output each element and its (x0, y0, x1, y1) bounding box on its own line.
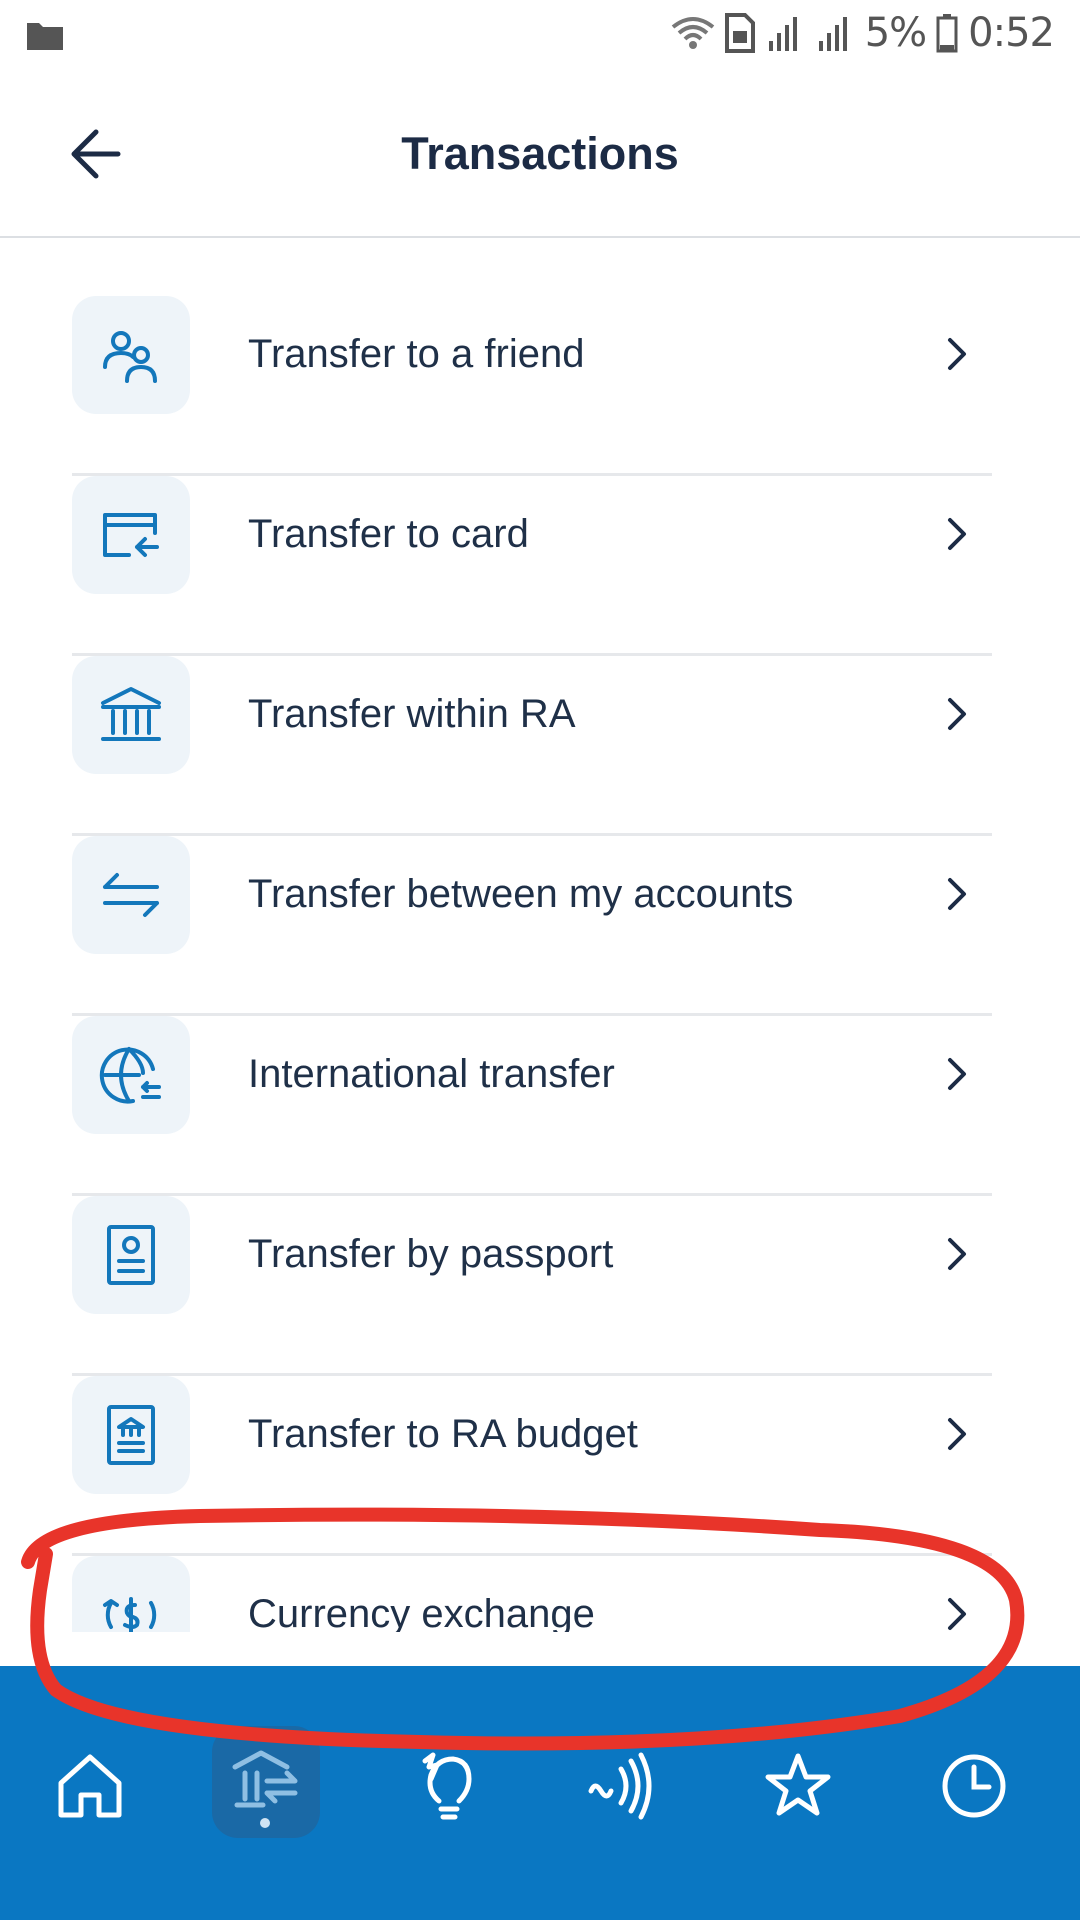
menu-item-transfer-by-passport[interactable]: Transfer by passport (72, 1196, 992, 1376)
status-bar: 5% 0:52 (0, 0, 1080, 72)
menu-item-label: Transfer to card (248, 512, 529, 556)
bank-icon (101, 687, 161, 741)
bottom-nav (0, 1666, 1080, 1920)
chevron-right-icon (948, 698, 966, 730)
screen: 5% 0:52 Transactions Transfer to a frien… (0, 0, 1080, 1920)
signal-icon (815, 13, 855, 53)
icon-tile (72, 296, 190, 414)
wifi-icon (671, 13, 715, 53)
history-icon (942, 1754, 1006, 1818)
nav-payments[interactable] (398, 1736, 498, 1836)
swap-arrows-icon (103, 873, 159, 917)
signal-icon (765, 13, 805, 53)
menu-item-label: Transfer within RA (248, 692, 576, 736)
nav-history[interactable] (924, 1736, 1024, 1836)
menu-item-transfer-to-budget[interactable]: Transfer to RA budget (72, 1376, 992, 1556)
icon-tile (72, 656, 190, 774)
chevron-right-icon (948, 1238, 966, 1270)
active-indicator-dot (260, 1818, 270, 1828)
payments-icon (422, 1752, 472, 1820)
icon-tile (72, 1556, 190, 1632)
menu-item-international-transfer[interactable]: International transfer (72, 1016, 992, 1196)
menu-item-label: Transfer to RA budget (248, 1412, 638, 1456)
card-transfer-icon (103, 513, 159, 557)
sim-icon (724, 13, 755, 53)
page-title: Transactions (401, 128, 679, 179)
menu-item-label: Transfer to a friend (248, 332, 585, 376)
icon-tile (72, 476, 190, 594)
battery-icon (936, 13, 958, 53)
budget-icon (107, 1405, 155, 1465)
nav-favorites[interactable] (748, 1736, 848, 1836)
nav-home[interactable] (40, 1736, 140, 1836)
transactions-list: Transfer to a friend Transfer to card Tr… (72, 296, 992, 1632)
friends-icon (103, 331, 157, 383)
passport-icon (107, 1225, 155, 1285)
icon-tile (72, 1376, 190, 1494)
menu-item-currency-exchange[interactable]: Currency exchange (72, 1556, 992, 1632)
contactless-icon (588, 1752, 652, 1820)
transfers-icon (232, 1750, 298, 1808)
chevron-right-icon (948, 338, 966, 370)
clock: 0:52 (968, 10, 1055, 56)
battery-percent: 5% (864, 10, 927, 56)
nav-contactless[interactable] (570, 1736, 670, 1836)
menu-item-transfer-to-friend[interactable]: Transfer to a friend (72, 296, 992, 476)
globe-transfer-icon (99, 1047, 161, 1104)
menu-item-transfer-between-accounts[interactable]: Transfer between my accounts (72, 836, 992, 1016)
icon-tile (72, 1196, 190, 1314)
chevron-right-icon (948, 518, 966, 550)
app-header: Transactions (0, 72, 1080, 238)
menu-item-transfer-within-ra[interactable]: Transfer within RA (72, 656, 992, 836)
menu-item-label: Transfer by passport (248, 1232, 614, 1276)
chevron-right-icon (948, 1418, 966, 1450)
menu-item-label: International transfer (248, 1052, 615, 1096)
icon-tile (72, 836, 190, 954)
menu-item-label: Transfer between my accounts (248, 872, 794, 916)
status-right: 5% 0:52 (671, 10, 1055, 56)
icon-tile (72, 1016, 190, 1134)
currency-exchange-icon (103, 1597, 157, 1632)
chevron-right-icon (948, 1058, 966, 1090)
chevron-right-icon (948, 1598, 966, 1630)
star-icon (765, 1753, 831, 1816)
menu-item-transfer-to-card[interactable]: Transfer to card (72, 476, 992, 656)
menu-item-label: Currency exchange (248, 1592, 595, 1632)
chevron-right-icon (948, 878, 966, 910)
folder-icon (26, 16, 64, 61)
home-icon (58, 1754, 122, 1818)
